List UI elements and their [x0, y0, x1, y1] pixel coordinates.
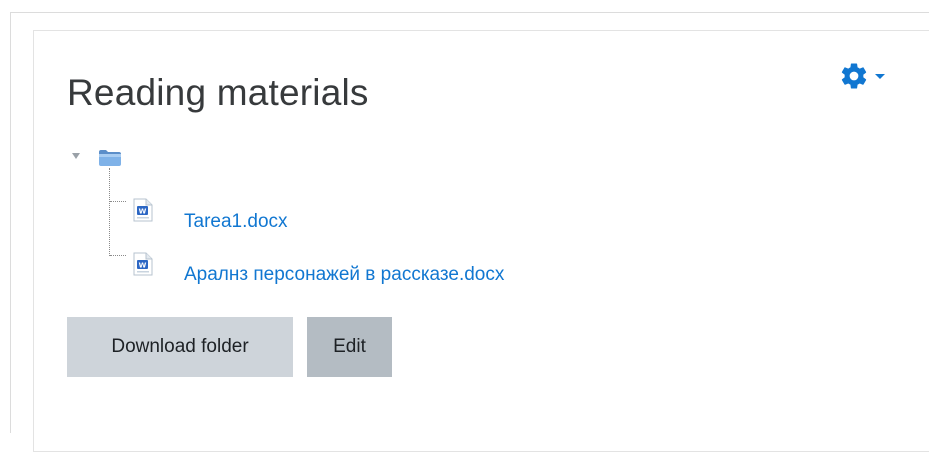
folder-icon [98, 149, 122, 172]
caret-down-icon [875, 73, 885, 79]
svg-text:W: W [139, 261, 147, 269]
actions-menu-toggle[interactable] [839, 58, 909, 94]
tree-connector-vertical [109, 168, 110, 256]
tree-connector-branch [110, 201, 126, 202]
word-document-icon: W [130, 197, 156, 228]
file-link[interactable]: Tarea1.docx [184, 211, 288, 233]
gear-icon [839, 61, 869, 91]
download-folder-button[interactable]: Download folder [67, 317, 293, 377]
svg-text:W: W [139, 207, 147, 215]
file-link[interactable]: Аралнз персонажей в рассказе.docx [184, 264, 504, 286]
edit-button[interactable]: Edit [307, 317, 392, 377]
tree-connector-branch [110, 255, 126, 256]
tree-collapse-toggle[interactable] [72, 153, 80, 159]
word-document-icon: W [130, 251, 156, 282]
section-title: Reading materials [67, 72, 369, 113]
